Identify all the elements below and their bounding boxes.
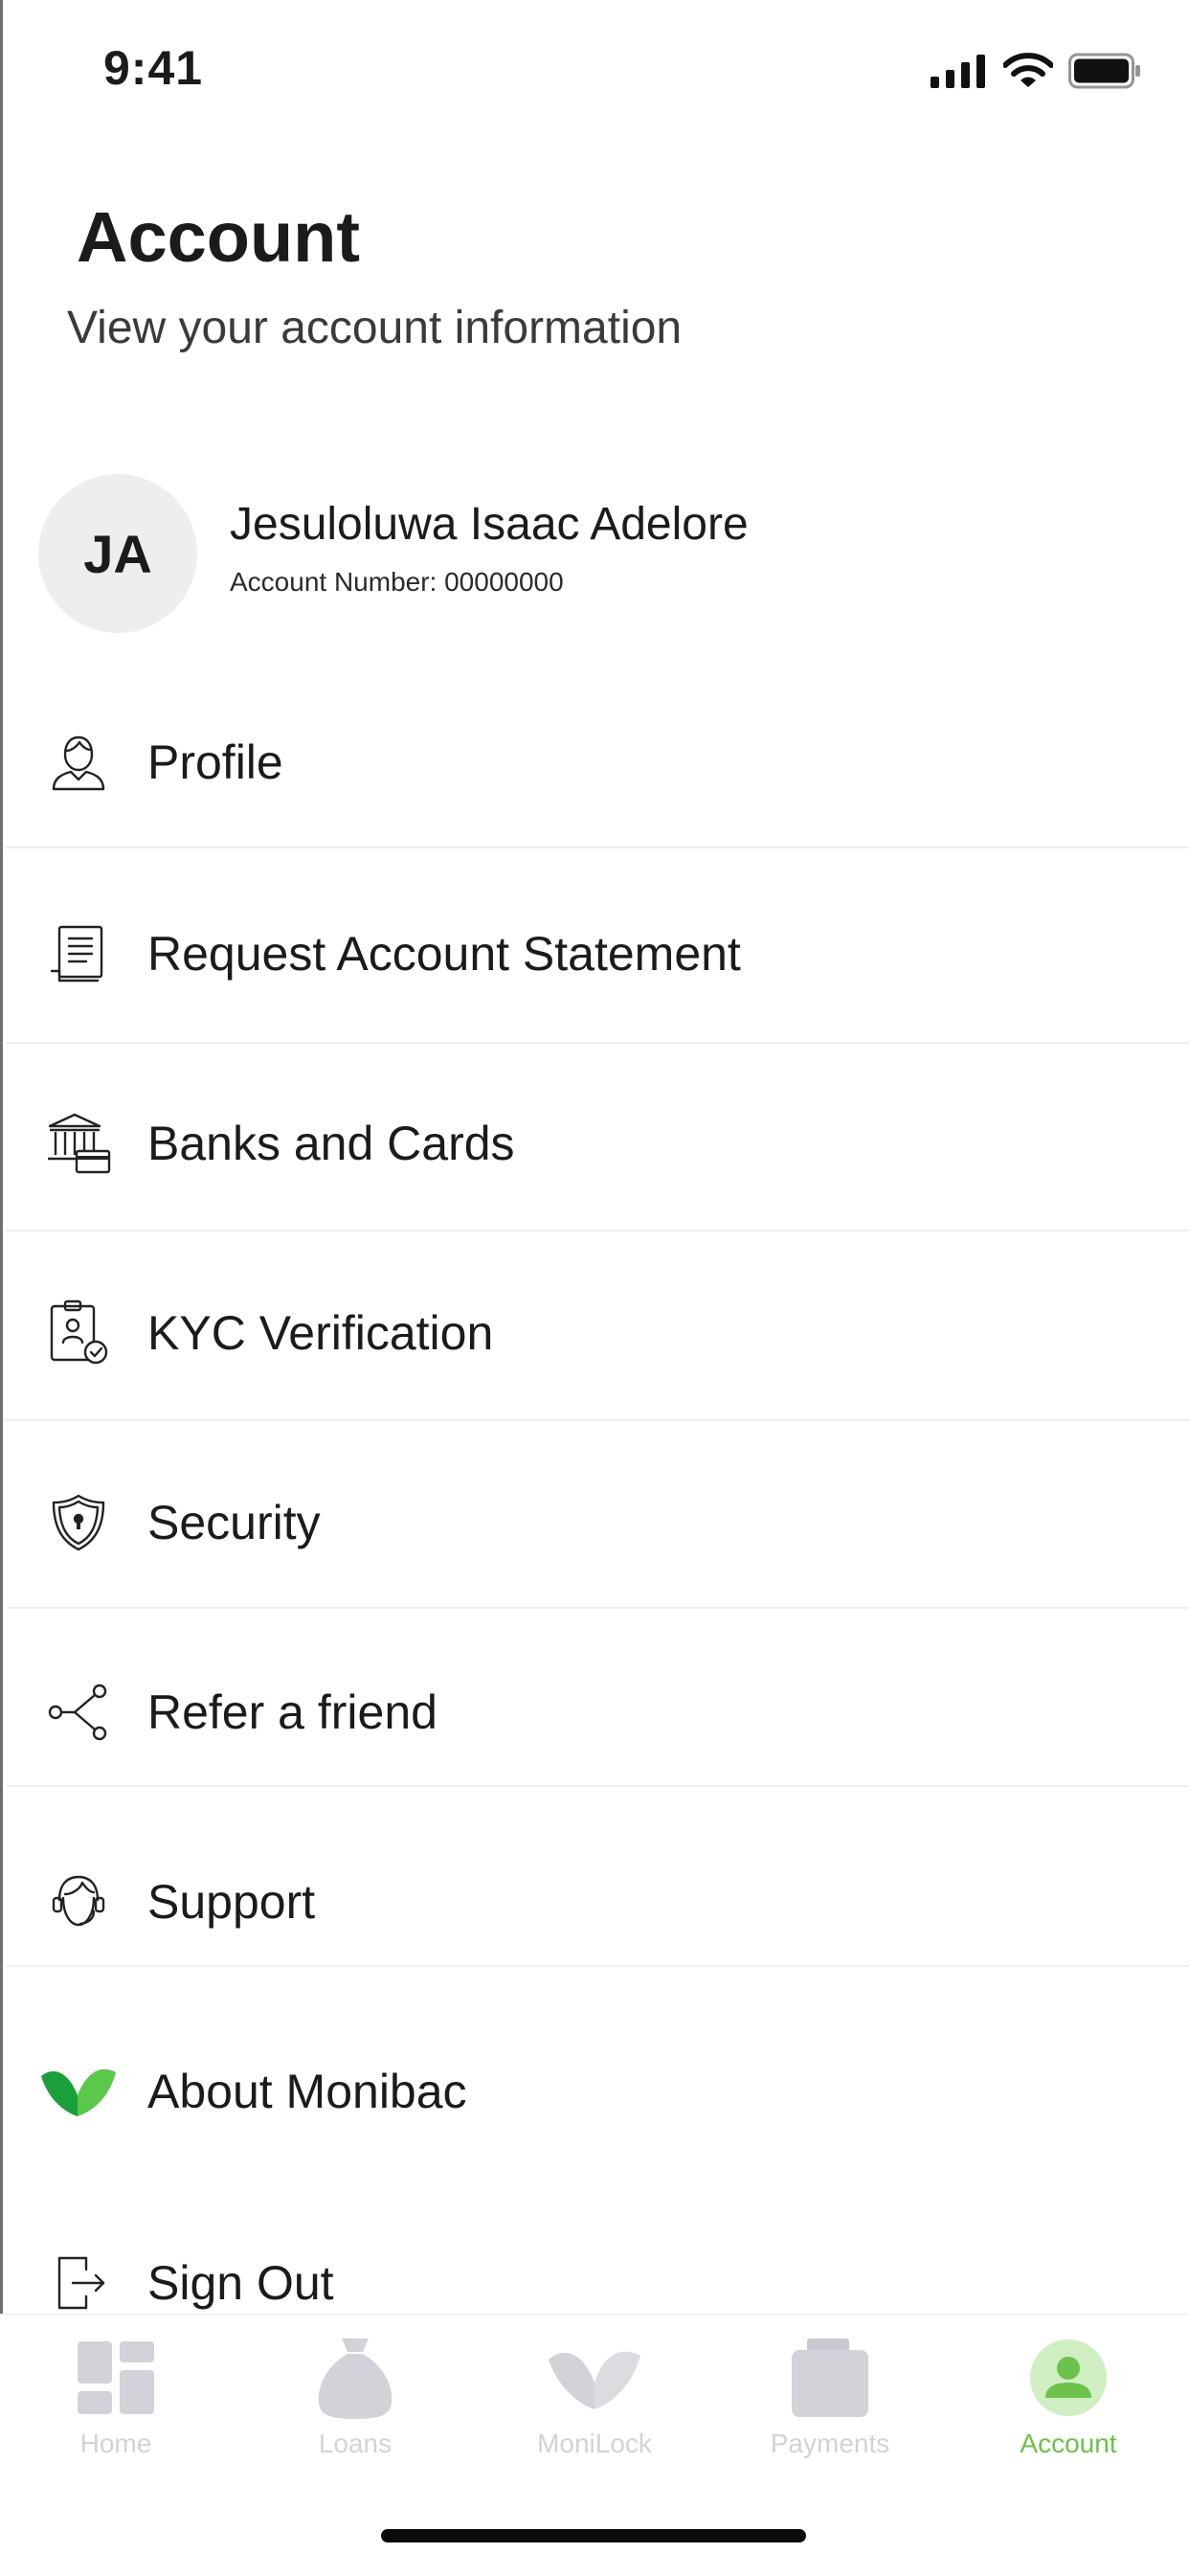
menu-item-profile[interactable]: Profile: [6, 686, 1189, 839]
menu-item-kyc-verification[interactable]: KYC Verification: [6, 1256, 1189, 1410]
menu-item-label: Support: [147, 1875, 316, 1929]
page-title: Account: [77, 197, 360, 277]
tab-label: Loans: [318, 2429, 393, 2458]
menu-item-label: Security: [147, 1496, 321, 1549]
menu-item-request-account-statement[interactable]: Request Account Statement: [6, 877, 1189, 1030]
menu-item-banks-and-cards[interactable]: Banks and Cards: [6, 1067, 1189, 1220]
avatar[interactable]: JA: [38, 474, 197, 633]
divider: [6, 1042, 1189, 1044]
monibac-logo-icon: [38, 2051, 119, 2132]
menu-item-label: Request Account Statement: [147, 927, 741, 981]
monilock-icon: [547, 2335, 642, 2421]
menu-item-label: Profile: [147, 735, 283, 789]
home-dashboard-icon: [68, 2335, 164, 2421]
account-person-icon: [1021, 2335, 1116, 2421]
menu-item-security[interactable]: Security: [6, 1446, 1189, 1599]
tab-payments[interactable]: Payments: [734, 2335, 926, 2478]
divider: [6, 1419, 1189, 1421]
wifi-icon: [1002, 52, 1054, 94]
menu-item-support[interactable]: Support: [6, 1825, 1189, 1978]
menu-item-label: Banks and Cards: [147, 1117, 515, 1170]
divider: [6, 1965, 1189, 1967]
user-profile-icon: [38, 722, 119, 802]
shield-lock-icon: [38, 1482, 119, 1563]
menu-item-label: Refer a friend: [147, 1685, 437, 1739]
tab-account[interactable]: Account: [973, 2335, 1164, 2478]
statement-document-icon: [38, 914, 119, 994]
menu-item-label: About Monibac: [147, 2065, 467, 2118]
cellular-signal-icon: [931, 54, 988, 93]
divider: [6, 1230, 1189, 1232]
sign-out-icon: [38, 2243, 119, 2323]
support-agent-icon: [38, 1862, 119, 1942]
divider: [6, 1785, 1189, 1787]
battery-icon: [1068, 53, 1141, 94]
tab-label: Payments: [770, 2429, 890, 2458]
home-indicator[interactable]: [381, 2529, 806, 2542]
menu-item-label: Sign Out: [147, 2256, 334, 2310]
bank-card-icon: [38, 1103, 119, 1184]
page-subtitle: View your account information: [67, 303, 683, 353]
tab-label: Home: [79, 2429, 152, 2458]
divider: [6, 1607, 1189, 1609]
share-icon: [38, 1672, 119, 1752]
id-badge-verified-icon: [38, 1293, 119, 1373]
wallet-icon: [782, 2335, 878, 2421]
menu-item-label: KYC Verification: [147, 1306, 494, 1360]
status-time: 9:41: [103, 41, 204, 95]
money-bag-icon: [307, 2335, 403, 2421]
divider: [6, 847, 1189, 848]
tab-label: MoniLock: [537, 2429, 652, 2458]
user-name: Jesuloluwa Isaac Adelore: [230, 499, 749, 550]
tab-label: Account: [1020, 2429, 1117, 2458]
account-number: Account Number: 00000000: [230, 567, 564, 597]
status-icons: [931, 52, 1141, 94]
menu-item-refer-a-friend[interactable]: Refer a friend: [6, 1636, 1189, 1789]
menu-item-about-monibac[interactable]: About Monibac: [6, 2015, 1189, 2168]
tab-home[interactable]: Home: [20, 2335, 212, 2478]
status-bar: 9:41: [0, 0, 1189, 144]
tab-loans[interactable]: Loans: [259, 2335, 451, 2478]
tab-monilock[interactable]: MoniLock: [499, 2335, 690, 2478]
screen-edge: [0, 0, 3, 2574]
